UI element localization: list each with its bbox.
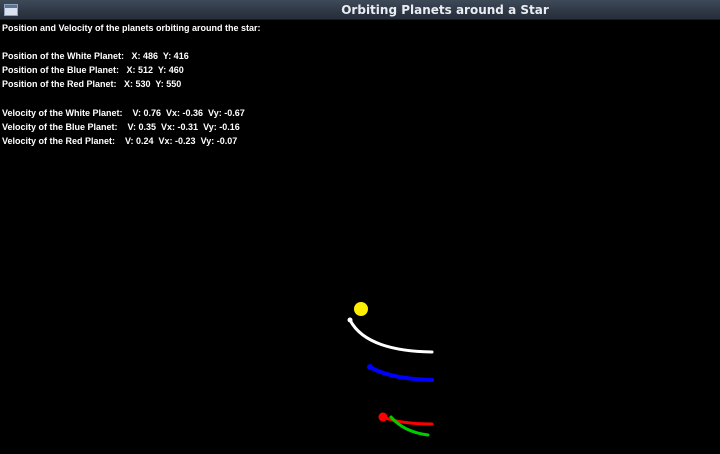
- blue-planet: [367, 364, 373, 370]
- white-planet: [347, 317, 353, 323]
- orbit-scene: [347, 302, 434, 437]
- app-window: Orbiting Planets around a Star Position …: [0, 0, 720, 454]
- window-title: Orbiting Planets around a Star: [341, 3, 549, 17]
- blue-planet-trail: [368, 365, 434, 382]
- title-bar[interactable]: Orbiting Planets around a Star: [0, 0, 720, 20]
- red-planet: [378, 412, 388, 422]
- white-planet-trail: [348, 318, 434, 354]
- simulation-canvas: Position and Velocity of the planets orb…: [0, 20, 720, 454]
- star: [354, 302, 368, 316]
- window-app-icon[interactable]: [4, 4, 18, 16]
